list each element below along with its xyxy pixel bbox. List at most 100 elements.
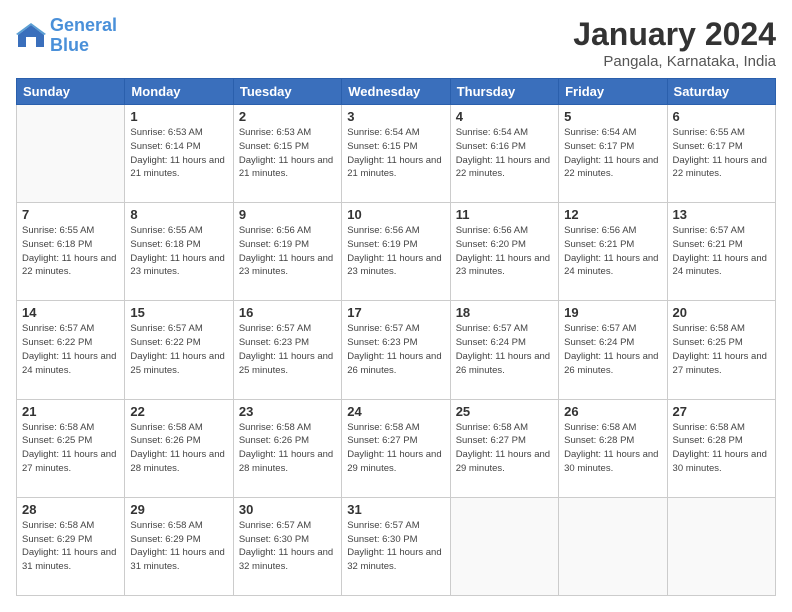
- calendar-table: SundayMondayTuesdayWednesdayThursdayFrid…: [16, 78, 776, 596]
- calendar-cell: 3 Sunrise: 6:54 AMSunset: 6:15 PMDaylight…: [342, 105, 450, 203]
- main-title: January 2024: [573, 16, 776, 53]
- day-number: 20: [673, 305, 770, 320]
- page: General Blue January 2024 Pangala, Karna…: [0, 0, 792, 612]
- calendar-cell: 23 Sunrise: 6:58 AMSunset: 6:26 PMDayligh…: [233, 399, 341, 497]
- day-number: 28: [22, 502, 119, 517]
- day-number: 21: [22, 404, 119, 419]
- day-info: Sunrise: 6:58 AMSunset: 6:26 PMDaylight:…: [239, 421, 336, 476]
- day-info: Sunrise: 6:58 AMSunset: 6:27 PMDaylight:…: [456, 421, 553, 476]
- calendar-cell: 20 Sunrise: 6:58 AMSunset: 6:25 PMDayligh…: [667, 301, 775, 399]
- day-number: 5: [564, 109, 661, 124]
- day-number: 16: [239, 305, 336, 320]
- calendar-cell: 18Sunrise: 6:57 AMSunset: 6:24 PMDayligh…: [450, 301, 558, 399]
- week-row-3: 14 Sunrise: 6:57 AMSunset: 6:22 PMDayligh…: [17, 301, 776, 399]
- day-number: 6: [673, 109, 770, 124]
- day-info: Sunrise: 6:56 AMSunset: 6:19 PMDaylight:…: [239, 224, 336, 279]
- day-number: 1: [130, 109, 227, 124]
- calendar-cell: [450, 497, 558, 595]
- calendar-cell: 4Sunrise: 6:54 AMSunset: 6:16 PMDaylight…: [450, 105, 558, 203]
- day-info: Sunrise: 6:58 AMSunset: 6:29 PMDaylight:…: [130, 519, 227, 574]
- day-info: Sunrise: 6:58 AMSunset: 6:25 PMDaylight:…: [673, 322, 770, 377]
- header-thursday: Thursday: [450, 79, 558, 105]
- day-info: Sunrise: 6:58 AMSunset: 6:27 PMDaylight:…: [347, 421, 444, 476]
- day-number: 2: [239, 109, 336, 124]
- calendar-cell: 6 Sunrise: 6:55 AMSunset: 6:17 PMDaylight…: [667, 105, 775, 203]
- header-friday: Friday: [559, 79, 667, 105]
- day-info: Sunrise: 6:58 AMSunset: 6:28 PMDaylight:…: [564, 421, 661, 476]
- day-info: Sunrise: 6:56 AMSunset: 6:20 PMDaylight:…: [456, 224, 553, 279]
- calendar-cell: 10Sunrise: 6:56 AMSunset: 6:19 PMDayligh…: [342, 203, 450, 301]
- logo-icon: [16, 21, 46, 51]
- calendar-cell: 24Sunrise: 6:58 AMSunset: 6:27 PMDayligh…: [342, 399, 450, 497]
- day-info: Sunrise: 6:54 AMSunset: 6:15 PMDaylight:…: [347, 126, 444, 181]
- header-tuesday: Tuesday: [233, 79, 341, 105]
- day-info: Sunrise: 6:58 AMSunset: 6:29 PMDaylight:…: [22, 519, 119, 574]
- calendar-cell: 11Sunrise: 6:56 AMSunset: 6:20 PMDayligh…: [450, 203, 558, 301]
- header-saturday: Saturday: [667, 79, 775, 105]
- logo: General Blue: [16, 16, 117, 56]
- calendar-cell: 2 Sunrise: 6:53 AMSunset: 6:15 PMDaylight…: [233, 105, 341, 203]
- day-info: Sunrise: 6:57 AMSunset: 6:24 PMDaylight:…: [564, 322, 661, 377]
- calendar-cell: 27Sunrise: 6:58 AMSunset: 6:28 PMDayligh…: [667, 399, 775, 497]
- day-info: Sunrise: 6:55 AMSunset: 6:18 PMDaylight:…: [22, 224, 119, 279]
- calendar-cell: 12Sunrise: 6:56 AMSunset: 6:21 PMDayligh…: [559, 203, 667, 301]
- calendar-cell: 17Sunrise: 6:57 AMSunset: 6:23 PMDayligh…: [342, 301, 450, 399]
- calendar-cell: 31 Sunrise: 6:57 AMSunset: 6:30 PMDayligh…: [342, 497, 450, 595]
- day-number: 25: [456, 404, 553, 419]
- day-number: 7: [22, 207, 119, 222]
- day-info: Sunrise: 6:58 AMSunset: 6:25 PMDaylight:…: [22, 421, 119, 476]
- calendar-cell: 21 Sunrise: 6:58 AMSunset: 6:25 PMDayligh…: [17, 399, 125, 497]
- subtitle: Pangala, Karnataka, India: [573, 53, 776, 70]
- calendar-cell: 9Sunrise: 6:56 AMSunset: 6:19 PMDaylight…: [233, 203, 341, 301]
- day-info: Sunrise: 6:54 AMSunset: 6:17 PMDaylight:…: [564, 126, 661, 181]
- calendar-cell: 19 Sunrise: 6:57 AMSunset: 6:24 PMDayligh…: [559, 301, 667, 399]
- logo-line2: Blue: [50, 35, 89, 55]
- day-info: Sunrise: 6:55 AMSunset: 6:18 PMDaylight:…: [130, 224, 227, 279]
- day-info: Sunrise: 6:57 AMSunset: 6:23 PMDaylight:…: [239, 322, 336, 377]
- day-number: 23: [239, 404, 336, 419]
- calendar-cell: 1 Sunrise: 6:53 AMSunset: 6:14 PMDaylight…: [125, 105, 233, 203]
- calendar-cell: 30Sunrise: 6:57 AMSunset: 6:30 PMDayligh…: [233, 497, 341, 595]
- day-number: 14: [22, 305, 119, 320]
- day-info: Sunrise: 6:57 AMSunset: 6:23 PMDaylight:…: [347, 322, 444, 377]
- day-number: 31: [347, 502, 444, 517]
- day-number: 12: [564, 207, 661, 222]
- logo-text: General Blue: [50, 16, 117, 56]
- calendar-cell: 29 Sunrise: 6:58 AMSunset: 6:29 PMDayligh…: [125, 497, 233, 595]
- day-number: 13: [673, 207, 770, 222]
- day-info: Sunrise: 6:53 AMSunset: 6:15 PMDaylight:…: [239, 126, 336, 181]
- header-wednesday: Wednesday: [342, 79, 450, 105]
- day-info: Sunrise: 6:58 AMSunset: 6:26 PMDaylight:…: [130, 421, 227, 476]
- day-number: 8: [130, 207, 227, 222]
- calendar-cell: 8 Sunrise: 6:55 AMSunset: 6:18 PMDaylight…: [125, 203, 233, 301]
- calendar-cell: [559, 497, 667, 595]
- calendar-cell: 16 Sunrise: 6:57 AMSunset: 6:23 PMDayligh…: [233, 301, 341, 399]
- calendar-cell: 28 Sunrise: 6:58 AMSunset: 6:29 PMDayligh…: [17, 497, 125, 595]
- calendar-cell: 15Sunrise: 6:57 AMSunset: 6:22 PMDayligh…: [125, 301, 233, 399]
- day-number: 15: [130, 305, 227, 320]
- day-info: Sunrise: 6:57 AMSunset: 6:22 PMDaylight:…: [22, 322, 119, 377]
- day-number: 18: [456, 305, 553, 320]
- header-sunday: Sunday: [17, 79, 125, 105]
- day-info: Sunrise: 6:58 AMSunset: 6:28 PMDaylight:…: [673, 421, 770, 476]
- calendar-cell: 7 Sunrise: 6:55 AMSunset: 6:18 PMDaylight…: [17, 203, 125, 301]
- day-info: Sunrise: 6:57 AMSunset: 6:30 PMDaylight:…: [347, 519, 444, 574]
- week-row-5: 28 Sunrise: 6:58 AMSunset: 6:29 PMDayligh…: [17, 497, 776, 595]
- day-number: 29: [130, 502, 227, 517]
- day-number: 4: [456, 109, 553, 124]
- header-monday: Monday: [125, 79, 233, 105]
- day-info: Sunrise: 6:56 AMSunset: 6:19 PMDaylight:…: [347, 224, 444, 279]
- week-row-4: 21 Sunrise: 6:58 AMSunset: 6:25 PMDayligh…: [17, 399, 776, 497]
- calendar-cell: [17, 105, 125, 203]
- day-info: Sunrise: 6:53 AMSunset: 6:14 PMDaylight:…: [130, 126, 227, 181]
- day-info: Sunrise: 6:57 AMSunset: 6:21 PMDaylight:…: [673, 224, 770, 279]
- day-number: 26: [564, 404, 661, 419]
- day-info: Sunrise: 6:55 AMSunset: 6:17 PMDaylight:…: [673, 126, 770, 181]
- calendar-cell: 26 Sunrise: 6:58 AMSunset: 6:28 PMDayligh…: [559, 399, 667, 497]
- calendar-cell: 5 Sunrise: 6:54 AMSunset: 6:17 PMDaylight…: [559, 105, 667, 203]
- calendar-cell: 22 Sunrise: 6:58 AMSunset: 6:26 PMDayligh…: [125, 399, 233, 497]
- day-number: 22: [130, 404, 227, 419]
- day-number: 19: [564, 305, 661, 320]
- day-number: 3: [347, 109, 444, 124]
- logo-line1: General: [50, 15, 117, 35]
